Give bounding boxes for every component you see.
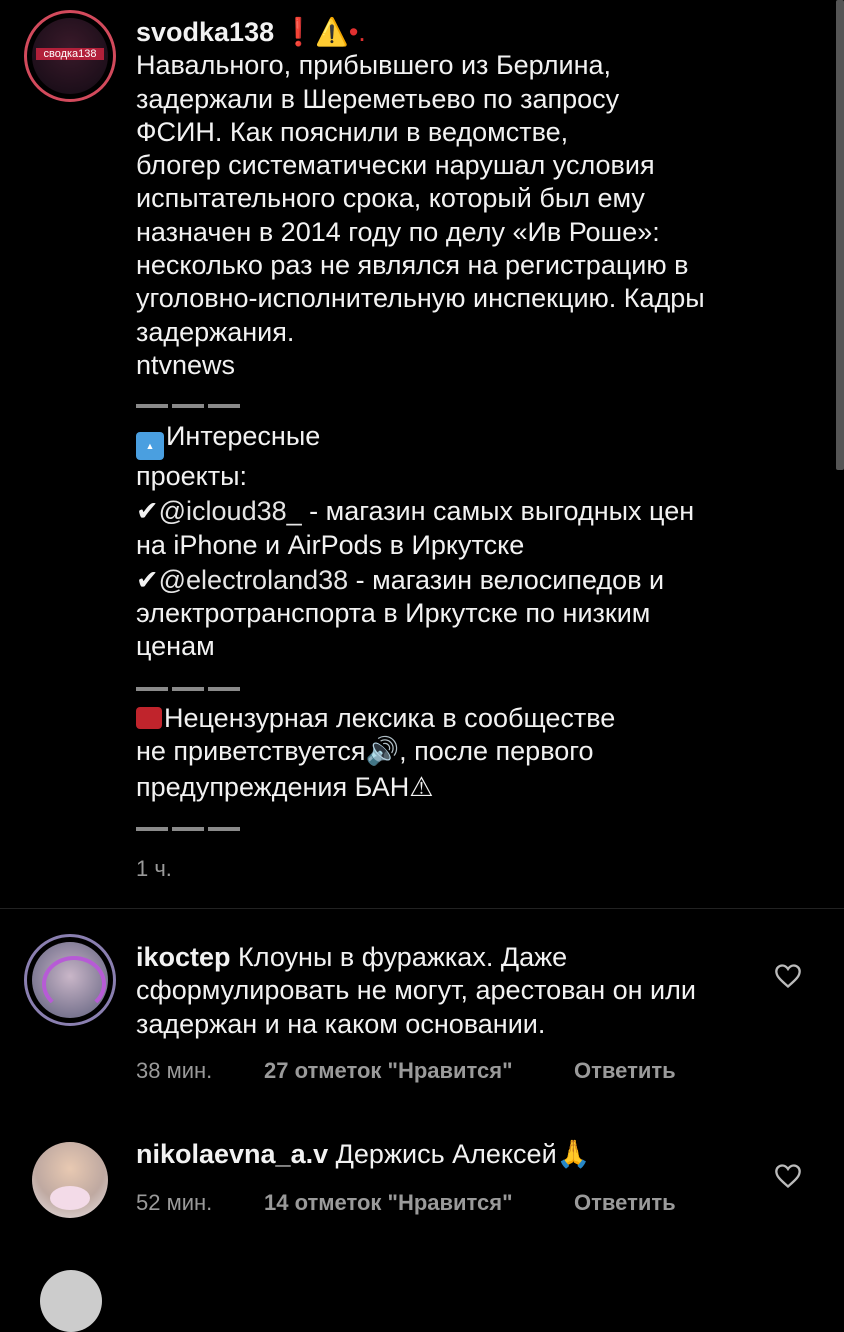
caption-line: задержали в Шереметьево по запросу (136, 83, 620, 114)
flowers-icon (50, 1186, 90, 1210)
comment-line: задержан и на каком основании. (136, 1008, 546, 1039)
reply-label: Ответить (574, 1190, 676, 1215)
scrollbar[interactable] (836, 0, 844, 470)
comment-text: nikolaevna_a.v Держись Алексей🙏 (136, 1138, 776, 1171)
comment-username[interactable]: nikolaevna_a.v (136, 1139, 328, 1169)
caption-line: назначен в 2014 году по делу «Ив Роше»: (136, 216, 660, 247)
avatar[interactable] (32, 942, 108, 1018)
mention-electroland38[interactable]: @electroland38 (159, 565, 349, 595)
caption-line: Навального, прибывшего из Берлина, (136, 50, 612, 81)
reply-label: Ответить (574, 1058, 676, 1083)
top-arrow-icon: ▲ (136, 432, 164, 460)
comment-line: сформулировать не могут, арестован он ил… (136, 975, 696, 1006)
project1-text: - магазин самых выгодных цен (301, 496, 695, 527)
post-caption: svodka138 ❗⚠️•. Навального, прибывшего и… (136, 16, 796, 382)
avatar[interactable] (32, 1142, 108, 1218)
rules-line-2b: , после первого (399, 736, 594, 767)
divider (136, 820, 244, 838)
comment-likes[interactable]: 27 отметок "Нравится" (264, 1058, 513, 1084)
comment-username[interactable]: ikoctep (136, 942, 231, 972)
comment-time: 38 мин. (136, 1058, 213, 1083)
likes-label: 27 отметок "Нравится" (264, 1058, 513, 1083)
avatar-label: сводка138 (36, 48, 104, 60)
reply-button[interactable]: Ответить (574, 1190, 676, 1216)
caption-line: уголовно-исполнительную инспекцию. Кадры (136, 283, 705, 314)
comment-time: 52 мин. (136, 1190, 213, 1215)
avatar[interactable] (40, 1270, 102, 1332)
mention-icloud38[interactable]: @icloud38_ (159, 496, 302, 526)
comment-line: Держись Алексей🙏 (328, 1139, 591, 1169)
caption-line: задержания. (136, 316, 295, 347)
comment-likes[interactable]: 14 отметок "Нравится" (264, 1190, 513, 1216)
comment-line: Клоуны в фуражках. Даже (230, 942, 568, 972)
reply-button[interactable]: Ответить (574, 1058, 676, 1084)
comment-text: ikoctep Клоуны в фуражках. Даже сформули… (136, 941, 776, 1041)
projects-block: ▲ Интересные проекты: ✔@icloud38_ - магаз… (136, 420, 816, 664)
post-header-suffix: ❗⚠️•. (274, 17, 366, 47)
projects-title-2: проекты: (136, 461, 248, 491)
project2-text-2: электротранспорта в Иркутске по низким (136, 598, 651, 629)
project2-text: - магазин велосипедов и (348, 564, 665, 595)
caption-line: ntvnews (136, 349, 236, 380)
caption-line: несколько раз не являлся на регистрацию … (136, 250, 689, 281)
divider (136, 680, 244, 698)
rules-line-1: Нецензурная лексика в сообществе (164, 703, 616, 733)
post-time: 1 ч. (136, 856, 172, 881)
post-header: svodka138 ❗⚠️•. (136, 16, 796, 49)
siren-icon (136, 707, 162, 729)
projects-title: Интересные (166, 421, 321, 451)
section-divider (0, 908, 844, 909)
project2-text-3: ценам (136, 631, 215, 662)
likes-label: 14 отметок "Нравится" (264, 1190, 513, 1215)
check-icon: ✔ (136, 564, 159, 595)
caption-line: блогер систематически нарушал условия (136, 150, 655, 181)
rules-block: Нецензурная лексика в сообществе не прив… (136, 702, 816, 804)
heart-icon[interactable] (774, 963, 802, 989)
post-username[interactable]: svodka138 (136, 17, 274, 47)
divider (136, 397, 244, 415)
rules-line-3: предупреждения БАН⚠ (136, 771, 434, 802)
rules-line-2a: не приветствуется (136, 736, 366, 767)
avatar[interactable]: сводка138 (32, 18, 108, 94)
caption-line: ФСИН. Как пояснили в ведомстве, (136, 116, 569, 147)
caption-line: испытательного срока, который был ему (136, 183, 645, 214)
project1-text-2: на iPhone и AirPods в Иркутске (136, 529, 525, 560)
check-icon: ✔ (136, 496, 159, 527)
heart-icon[interactable] (774, 1163, 802, 1189)
speaker-icon: 🔊 (365, 736, 400, 767)
wings-icon (42, 956, 106, 1012)
